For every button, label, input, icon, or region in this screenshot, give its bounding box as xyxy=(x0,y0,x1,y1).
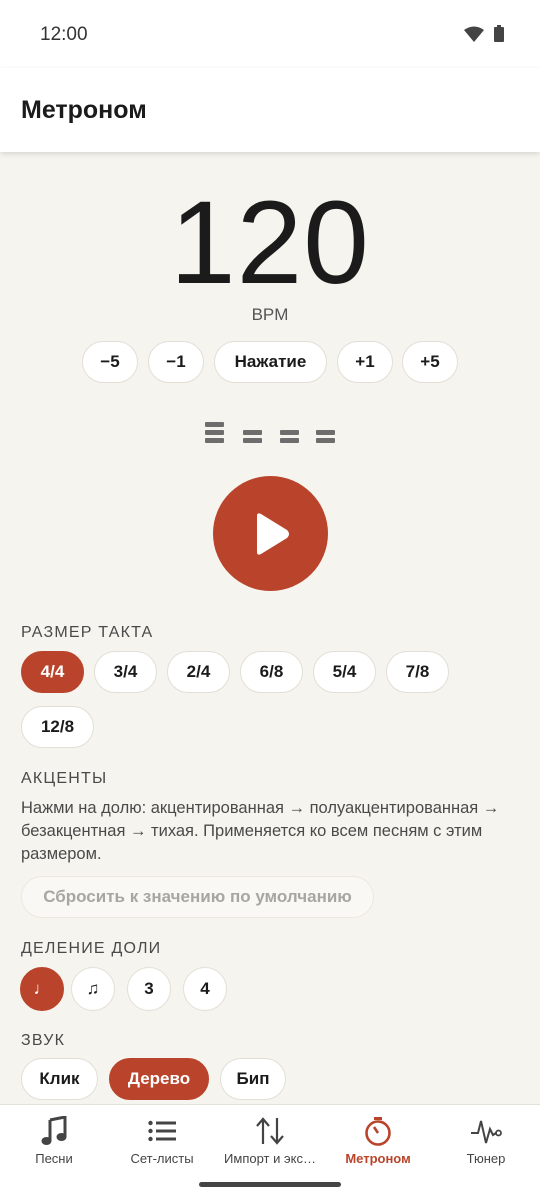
tuner-wave-icon xyxy=(432,1115,540,1147)
time-sig-6-8[interactable]: 6/8 xyxy=(240,651,303,693)
nav-setlists-label: Сет-листы xyxy=(130,1151,194,1166)
play-button[interactable] xyxy=(213,476,328,591)
nav-import-export-label: Импорт и экс… xyxy=(224,1151,316,1166)
plus-5-button[interactable]: +5 xyxy=(402,341,458,383)
bpm-unit-label: BPM xyxy=(251,305,289,324)
time-sig-2-4[interactable]: 2/4 xyxy=(167,651,230,693)
nav-tuner[interactable]: Тюнер xyxy=(432,1105,540,1185)
bpm-value: 120 xyxy=(170,177,370,309)
sound-beep-button[interactable]: Бип xyxy=(220,1058,286,1100)
accents-description: Нажми на долю: акцентированная → полуакц… xyxy=(21,799,500,863)
tap-tempo-button[interactable]: Нажатие xyxy=(214,341,327,383)
time-sig-7-8[interactable]: 7/8 xyxy=(386,651,449,693)
wifi-icon xyxy=(464,26,484,42)
subdivision-quarter[interactable]: ♩ xyxy=(20,967,64,1011)
status-bar: 12:00 xyxy=(0,0,540,68)
battery-icon xyxy=(494,25,504,42)
plus-1-button[interactable]: +1 xyxy=(337,341,393,383)
reset-accents-button[interactable]: Сбросить к значению по умолчанию xyxy=(21,876,374,918)
time-sig-12-8[interactable]: 12/8 xyxy=(21,706,94,748)
status-icons xyxy=(464,25,504,42)
nav-songs[interactable]: Песни xyxy=(0,1105,108,1185)
nav-tuner-label: Тюнер xyxy=(466,1151,506,1166)
subdivision-label: ДЕЛЕНИЕ ДОЛИ xyxy=(21,940,162,957)
beat-2[interactable] xyxy=(243,430,262,446)
home-indicator xyxy=(199,1182,341,1187)
nav-setlists[interactable]: Сет-листы xyxy=(108,1105,216,1185)
sound-wood-button[interactable]: Дерево xyxy=(109,1058,209,1100)
nav-import-export[interactable]: Импорт и экс… xyxy=(216,1105,324,1185)
beat-3[interactable] xyxy=(280,430,299,446)
list-icon xyxy=(108,1115,216,1147)
time-signature-label: РАЗМЕР ТАКТА xyxy=(21,624,154,641)
subdivision-triplets[interactable]: 3 xyxy=(127,967,171,1011)
time-sig-5-4[interactable]: 5/4 xyxy=(313,651,376,693)
play-icon xyxy=(256,512,289,555)
minus-1-button[interactable]: −1 xyxy=(148,341,204,383)
time-sig-4-4[interactable]: 4/4 xyxy=(21,651,84,693)
subdivision-sixteenths[interactable]: 4 xyxy=(183,967,227,1011)
nav-songs-label: Песни xyxy=(35,1151,73,1166)
nav-metronome-label: Метроном xyxy=(345,1151,411,1166)
import-export-icon xyxy=(216,1115,324,1147)
subdivision-eighths[interactable]: ♫ xyxy=(71,967,115,1011)
status-time: 12:00 xyxy=(40,24,88,45)
time-sig-3-4[interactable]: 3/4 xyxy=(94,651,157,693)
beat-indicators xyxy=(0,422,540,452)
music-note-icon xyxy=(0,1115,108,1147)
accents-label: АКЦЕНТЫ xyxy=(21,770,108,787)
page-title: Метроном xyxy=(21,96,147,124)
sound-click-button[interactable]: Клик xyxy=(21,1058,98,1100)
minus-5-button[interactable]: −5 xyxy=(82,341,138,383)
metronome-icon xyxy=(324,1115,432,1147)
sound-label: ЗВУК xyxy=(21,1032,66,1049)
nav-metronome[interactable]: Метроном xyxy=(324,1105,432,1185)
beat-1-accent[interactable] xyxy=(205,422,224,446)
beat-4[interactable] xyxy=(316,430,335,446)
app-bar: Метроном xyxy=(0,68,540,152)
